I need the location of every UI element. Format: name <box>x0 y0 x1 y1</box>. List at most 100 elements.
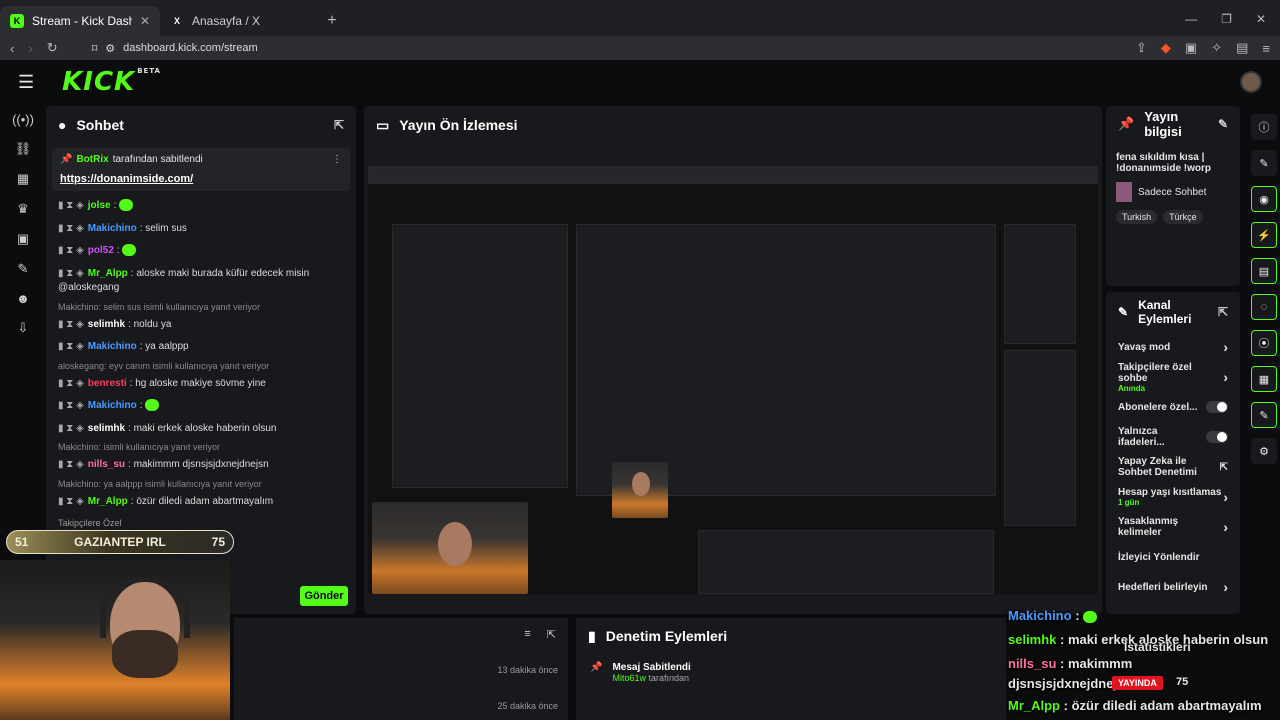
chat-username[interactable]: Makichino <box>88 400 137 411</box>
edit-icon[interactable]: ✎ <box>1251 150 1277 176</box>
kick-logo[interactable]: KICK BETA <box>62 67 161 97</box>
chat-username[interactable]: benresti <box>88 378 127 389</box>
channel-action-item[interactable]: Hedefleri belirleyin › <box>1106 572 1240 602</box>
brave-shield-icon[interactable]: ◆ <box>1161 40 1171 56</box>
video-icon[interactable]: ▣ <box>17 231 29 247</box>
close-window-icon[interactable]: ✕ <box>1256 12 1266 26</box>
wrench-icon[interactable]: ✎ <box>18 261 29 277</box>
toggle-switch[interactable] <box>1206 431 1228 443</box>
chat-username[interactable]: Makichino <box>88 223 137 234</box>
chevron-right-icon[interactable]: › <box>1223 369 1228 385</box>
document-icon[interactable]: ▤ <box>1251 258 1277 284</box>
chevron-right-icon[interactable]: › <box>1223 339 1228 355</box>
new-tab-button[interactable]: + <box>320 6 344 36</box>
bookmark-icon[interactable]: ⌑ <box>92 42 98 55</box>
wallet-icon[interactable]: ▤ <box>1236 40 1248 56</box>
channel-action-text: İzleyici Yönlendir <box>1118 552 1200 563</box>
channel-action-item[interactable]: Takipçilere özel sohbe Anında › <box>1106 362 1240 393</box>
stream-video[interactable] <box>368 166 1098 594</box>
overlay-chat-separator: : <box>1071 608 1084 623</box>
external-link-icon[interactable]: ⇱ <box>1220 462 1228 473</box>
stream-broadcast-icon[interactable]: ((•)) <box>12 112 34 127</box>
puzzle-icon[interactable]: ✧ <box>1211 40 1222 56</box>
camera-icon[interactable]: ◉ <box>1251 186 1277 212</box>
forward-icon[interactable]: › <box>28 41 32 56</box>
tag-chip[interactable]: Turkish <box>1116 210 1158 224</box>
chat-username[interactable]: Mr_Alpp <box>88 268 128 279</box>
chevron-right-icon[interactable]: › <box>1223 519 1228 535</box>
chat-username[interactable]: selimhk <box>88 423 125 434</box>
reply-indicator: aloskegang: eyv canım isimli kullanıcıya… <box>58 360 270 371</box>
grid-icon[interactable]: ▦ <box>1251 366 1277 392</box>
site-info-icon[interactable]: ⚙ <box>105 42 115 55</box>
chat-message[interactable]: ▮ ⧗ ◈ nills_su: makimmm djsnsjsjdxnejdnej… <box>46 454 356 477</box>
chevron-right-icon[interactable]: › <box>1223 579 1228 595</box>
chat-icon[interactable]: ◌ <box>1251 294 1277 320</box>
channel-action-item[interactable]: Yapay Zeka ile Sohbet Denetimi ⇱ <box>1106 452 1240 482</box>
tag-chip[interactable]: Türkçe <box>1163 210 1203 224</box>
user-avatar[interactable] <box>1240 71 1262 93</box>
hamburger-menu-icon[interactable]: ☰ <box>18 72 34 93</box>
chat-username[interactable]: pol52 <box>88 245 114 256</box>
chat-message[interactable]: ▮ ⧗ ◈ Mr_Alpp: özür diledi adam abartmaya… <box>46 491 356 514</box>
chat-username[interactable]: selimhk <box>88 319 125 330</box>
channel-action-item[interactable]: Abonelere özel... <box>1106 392 1240 422</box>
info-icon[interactable]: ⓘ <box>1251 114 1277 140</box>
chat-message[interactable]: ▮ ⧗ ◈ Makichino: <box>46 395 356 418</box>
link-icon[interactable]: ⛓ <box>15 141 32 157</box>
badge-icons: ▮ ⧗ ◈ <box>58 341 84 352</box>
back-icon[interactable]: ‹ <box>10 41 14 56</box>
popout-icon[interactable]: ⇱ <box>1218 305 1228 319</box>
chat-message[interactable]: ▮ ⧗ ◈ jolse: <box>46 195 356 218</box>
chat-message[interactable]: ▮ ⧗ ◈ Mr_Alpp: aloske maki burada küfür e… <box>46 263 356 300</box>
chat-username[interactable]: jolse <box>88 200 111 211</box>
extension-icon[interactable]: ▣ <box>1185 40 1197 56</box>
overlay-chat-text: makimmm <box>1067 656 1133 671</box>
chat-username[interactable]: Makichino <box>88 341 137 352</box>
menu-icon[interactable]: ≡ <box>1262 41 1270 56</box>
maximize-icon[interactable]: ❐ <box>1221 12 1232 26</box>
chat-message[interactable]: ▮ ⧗ ◈ benresti: hg aloske makiye sövme yi… <box>46 373 356 396</box>
tab-x-home[interactable]: X Anasayfa / X <box>160 6 320 36</box>
channel-action-item[interactable]: Yavaş mod › <box>1106 332 1240 362</box>
toggle-switch[interactable] <box>1206 401 1228 413</box>
chevron-right-icon[interactable]: › <box>1223 489 1228 505</box>
send-button[interactable]: Gönder <box>300 586 348 606</box>
url-field[interactable]: ⌑ ⚙ dashboard.kick.com/stream <box>92 42 258 55</box>
filter-icon[interactable]: ≡ <box>524 628 530 641</box>
minimize-icon[interactable]: — <box>1185 12 1197 26</box>
stream-category[interactable]: Sadece Sohbet <box>1106 174 1240 210</box>
popout-icon[interactable]: ⇱ <box>547 628 556 641</box>
wrench-icon[interactable]: ✎ <box>1251 402 1277 428</box>
analytics-icon[interactable]: ▦ <box>17 171 29 187</box>
unpin-icon[interactable]: ⋮ <box>332 154 342 165</box>
community-icon[interactable]: ☻ <box>16 291 30 306</box>
channel-action-item[interactable]: İzleyici Yönlendir <box>1106 542 1240 572</box>
lightning-icon[interactable]: ⚡ <box>1251 222 1277 248</box>
moderation-user[interactable]: Mito61w <box>612 673 646 683</box>
channel-action-item[interactable]: Hesap yaşı kısıtlamas 1 gün › <box>1106 482 1240 512</box>
payout-icon[interactable]: ⇩ <box>18 320 29 336</box>
edit-icon[interactable]: ✎ <box>1218 117 1228 131</box>
settings-icon[interactable]: ⚙ <box>1251 438 1277 464</box>
reload-icon[interactable]: ↻ <box>47 40 58 56</box>
share-icon[interactable]: ⇪ <box>1136 40 1147 56</box>
chat-message[interactable]: ▮ ⧗ ◈ selimhk: maki erkek aloske haberin … <box>46 418 356 441</box>
channel-action-text: Yapay Zeka ile Sohbet Denetimi <box>1118 456 1220 478</box>
chat-username[interactable]: Mr_Alpp <box>88 496 128 507</box>
chat-message[interactable]: ▮ ⧗ ◈ pol52: <box>46 240 356 263</box>
broadcast-icon[interactable]: ⦿ <box>1251 330 1277 356</box>
overlay-chat-username: Mr_Alpp <box>1008 698 1060 713</box>
popout-icon[interactable]: ⇱ <box>334 118 344 132</box>
tab-kick-dashboard[interactable]: K Stream - Kick Dashboard ✕ <box>0 6 160 36</box>
channel-action-item[interactable]: Yasaklanmış kelimeler › <box>1106 512 1240 542</box>
channel-action-item[interactable]: Yalnızca ifadeleri... <box>1106 422 1240 452</box>
chat-message[interactable]: ▮ ⧗ ◈ Makichino: ya aalppp <box>46 336 356 359</box>
pinned-link[interactable]: https://donanimside.com/ <box>60 173 342 185</box>
chat-message[interactable]: ▮ ⧗ ◈ Makichino: selim sus <box>46 218 356 241</box>
chat-username[interactable]: nills_su <box>88 459 125 470</box>
close-tab-icon[interactable]: ✕ <box>140 14 150 28</box>
trophy-icon[interactable]: ♛ <box>17 201 29 217</box>
pinned-by-user[interactable]: BotRix <box>76 154 108 165</box>
chat-message[interactable]: ▮ ⧗ ◈ selimhk: noldu ya <box>46 314 356 337</box>
